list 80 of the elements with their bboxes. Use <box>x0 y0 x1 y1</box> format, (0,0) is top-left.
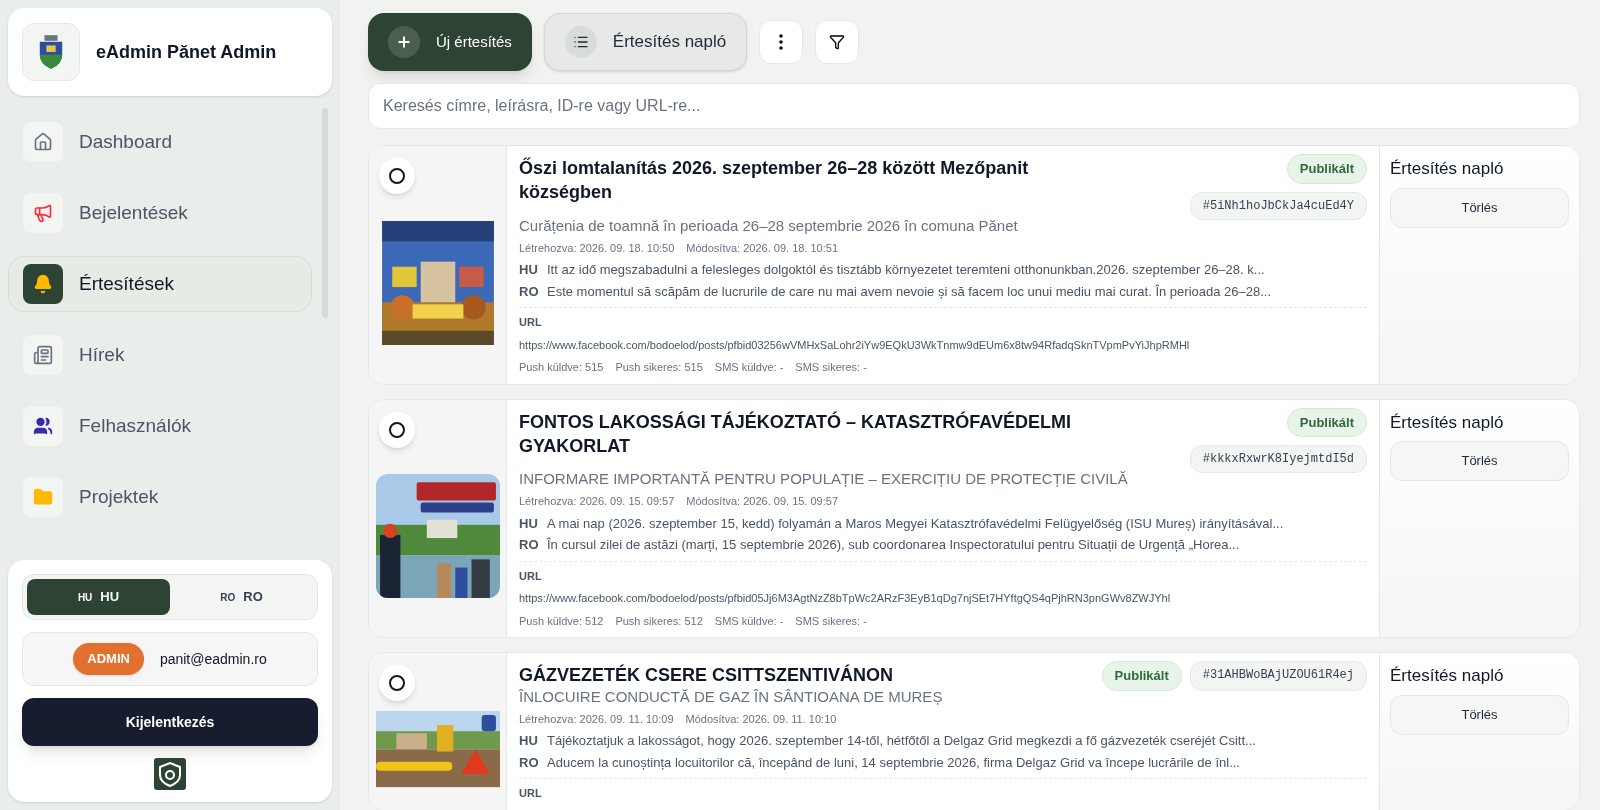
notification-id: #5iNh1hoJbCkJa4cuEd4Y <box>1189 191 1367 220</box>
delivery-stat: SMS sikeres: - <box>795 360 867 375</box>
delete-button[interactable]: Törlés <box>1390 441 1569 481</box>
user-email: panit@eadmin.ro <box>159 649 267 669</box>
select-radio[interactable] <box>389 675 405 691</box>
status-badge: Publikált <box>1286 407 1367 437</box>
panel-title: Értesítés napló <box>1390 411 1505 434</box>
notification-subtitle: ÎNLOCUIRE CONDUCTĂ DE GAZ ÎN SÂNTIOANA DE MUREȘ <box>519 686 944 707</box>
message-text: Tájékoztatjuk a lakosságot, hogy 2026. szeptember 14-től, hétfőtől a Delgaz Grid megkezdi a fő gázvezeték cseréjét Csitt... <box>547 732 1256 750</box>
delivery-stat: Push sikeres: 515 <box>615 360 703 375</box>
notification-subtitle: Curățenia de toamnă în perioada 26–28 septembrie 2026 în comuna Pănet <box>519 215 1019 236</box>
nav-item[interactable]: Bejelentések <box>8 185 312 241</box>
delivery-stat: Push küldve: 512 <box>519 613 604 629</box>
megaphone-icon <box>33 203 53 223</box>
language-label: HU <box>519 514 539 533</box>
message-text: Itt az idő megszabadulni a felesleges dolgoktól és tisztább környezetet teremteni otthonunkban.2026. szeptember 26–28. k... <box>547 261 1265 279</box>
nav-item[interactable]: Értesítések <box>8 256 312 312</box>
message-text: Aducem la cunoștința locuitorilor că, începând de luni, 14 septembrie 2026, firma Delgaz Grid va începe lucrările de înl... <box>547 753 1240 772</box>
app-title: eAdmin Pănet Admin <box>96 40 277 64</box>
delivery-stat: Push sikeres: 512 <box>615 613 703 629</box>
new-notification-button[interactable]: Új értesítés <box>368 13 532 71</box>
modified-date: Módosítva: 2026. 09. 18. 10:51 <box>686 240 838 256</box>
notification-id: #31AHBWoBAjUZOU61R4ej <box>1189 661 1367 691</box>
status-badge: Publikált <box>1101 661 1182 691</box>
filter-button[interactable] <box>815 20 860 64</box>
language-label: HU <box>519 732 539 750</box>
notification-id: #kkkxRxwrK8IyejmtdI5d <box>1189 445 1367 473</box>
panel-title: Értesítés napló <box>1390 665 1505 687</box>
notification-log-button[interactable]: Értesítés napló <box>543 13 748 71</box>
modified-date: Módosítva: 2026. 09. 11. 10:10 <box>685 711 837 727</box>
url-label: URL <box>519 568 543 584</box>
notification-title: GÁZVEZETÉK CSERE CSITTSZENTIVÁNON <box>519 663 894 687</box>
language-label: RO <box>519 282 539 301</box>
notification-title: Őszi lomtalanítás 2026. szeptember 26–28 között Mezőpanit községben <box>519 156 1030 204</box>
more-icon <box>779 34 784 50</box>
nav-item[interactable]: Dashboard <box>8 114 312 170</box>
delivery-stat: Push küldve: 515 <box>519 360 604 375</box>
created-date: Létrehozva: 2026. 09. 18. 10:50 <box>519 240 675 256</box>
notification-subtitle: INFORMARE IMPORTANTĂ PENTRU POPULAȚIE – EXERCIȚIU DE PROTECȚIE CIVILĂ <box>519 469 1129 489</box>
list-icon <box>572 34 589 50</box>
notification-title: FONTOS LAKOSSÁGI TÁJÉKOZTATÓ – KATASZTRÓFAVÉDELMI GYAKORLAT <box>519 410 1072 458</box>
delete-button[interactable]: Törlés <box>1390 694 1569 735</box>
select-radio[interactable] <box>389 421 405 438</box>
nav-item[interactable]: Projektek <box>8 469 312 525</box>
bell-icon <box>33 274 53 294</box>
language-label: RO <box>519 753 539 772</box>
plus-icon <box>396 34 412 50</box>
delivery-stat: SMS sikeres: - <box>795 613 867 629</box>
folder-icon <box>33 487 53 507</box>
search-field[interactable]: Keresés címre, leírásra, ID-re vagy URL-re... <box>368 83 1580 129</box>
message-text: În cursul zilei de astăzi (marți, 15 septembrie 2026), sub coordonarea Inspectoratului pentru Situații de Urgență „Horea... <box>547 536 1240 554</box>
users-icon <box>33 416 53 436</box>
url-link[interactable]: https://www.facebook.com/bodoelod/posts/pfbid03256wVMHxSaLohr2iYw9EQkU3WkTnmw9dEUm6x8tw94RfadqSknTVpmPvYiJhpRMHl <box>519 336 1367 353</box>
url-link[interactable]: https://www.facebook.com/bodoelod/posts/pfbid05Jj6M3AgtNzZ8bTpWc2ARzF3EyB1qDg7njSEt7HYftgQS4qPjhRN3pnGWv8ZWJYhl <box>519 590 1367 607</box>
language-label: HU <box>519 261 539 279</box>
nav-item[interactable]: Felhasználók <box>8 398 312 454</box>
logo-icon <box>154 758 186 790</box>
select-radio[interactable] <box>389 168 405 184</box>
status-badge: Publikált <box>1286 154 1367 184</box>
url-label: URL <box>519 315 543 330</box>
logout-button[interactable]: Kijelentkezés <box>22 698 318 746</box>
delivery-stat: SMS küldve: - <box>714 613 784 629</box>
panel-title: Értesítés napló <box>1390 158 1505 180</box>
url-label: URL <box>519 786 543 801</box>
role-badge: ADMIN <box>73 643 144 675</box>
filter-icon <box>829 34 846 50</box>
message-text: Este momentul să scăpăm de lucrurile de care nu mai avem nevoie și să facem loc unui mediu mai curat. În perioada 26–28... <box>547 282 1272 301</box>
nav-item[interactable]: Hírek <box>8 327 312 383</box>
delete-button[interactable]: Törlés <box>1390 187 1569 228</box>
crest-icon <box>37 34 65 70</box>
message-text: A mai nap (2026. szeptember 15, kedd) folyamán a Maros Megyei Katasztrófavédelmi Felügyelőség (ISU Mureș) irányításával... <box>547 514 1284 533</box>
language-tab[interactable]: RO RO <box>170 579 313 615</box>
modified-date: Módosítva: 2026. 09. 15. 09:57 <box>686 494 838 509</box>
created-date: Létrehozva: 2026. 09. 11. 10:09 <box>519 711 674 727</box>
language-tab[interactable]: HU HU <box>27 579 170 615</box>
delivery-stat: SMS küldve: - <box>714 360 784 375</box>
created-date: Létrehozva: 2026. 09. 15. 09:57 <box>519 494 675 509</box>
language-label: RO <box>519 536 539 554</box>
newspaper-icon <box>33 345 53 365</box>
home-icon <box>33 132 53 152</box>
